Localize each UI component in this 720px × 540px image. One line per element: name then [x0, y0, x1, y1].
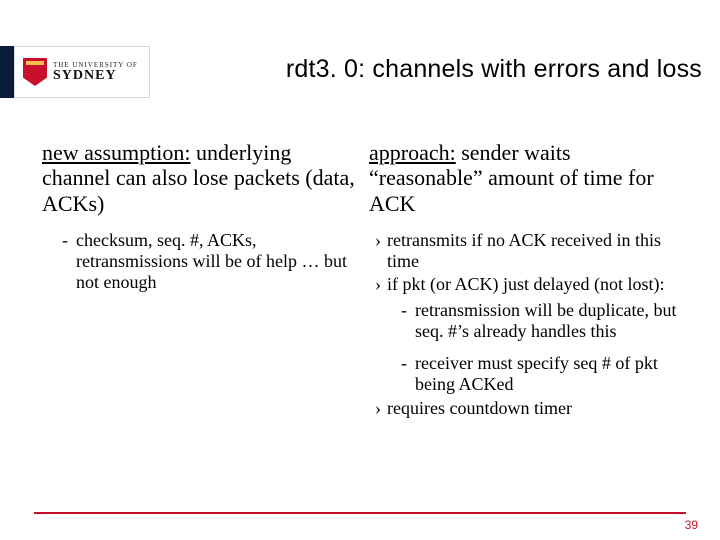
list-item: - retransmission will be duplicate, but …: [401, 300, 686, 343]
right-b2-s2: receiver must specify seq # of pkt being…: [415, 353, 686, 396]
list-item: › if pkt (or ACK) just delayed (not lost…: [375, 274, 686, 295]
footer-rule: [34, 512, 686, 514]
right-column: approach: sender waits “reasonable” amou…: [369, 140, 686, 500]
dash-bullet-icon: -: [401, 300, 407, 343]
left-column: new assumption: underlying channel can a…: [42, 140, 359, 500]
angle-bullet-icon: ›: [375, 398, 381, 419]
page-number: 39: [685, 518, 698, 532]
list-item: › requires countdown timer: [375, 398, 686, 419]
list-item: › retransmits if no ACK received in this…: [375, 230, 686, 272]
right-b2-s1: retransmission will be duplicate, but se…: [415, 300, 686, 343]
dash-bullet-icon: -: [401, 353, 407, 396]
left-lead-underlined: new assumption:: [42, 140, 191, 165]
header: THE UNIVERSITY OF SYDNEY rdt3. 0: channe…: [0, 0, 720, 100]
list-item: - checksum, seq. #, ACKs, retransmission…: [62, 230, 359, 294]
list-item: - receiver must specify seq # of pkt bei…: [401, 353, 686, 396]
right-b1: retransmits if no ACK received in this t…: [387, 230, 686, 272]
angle-bullet-icon: ›: [375, 274, 381, 295]
slide-body: new assumption: underlying channel can a…: [42, 140, 686, 500]
right-lead: approach: sender waits “reasonable” amou…: [369, 140, 686, 216]
left-lead: new assumption: underlying channel can a…: [42, 140, 359, 216]
left-sublist: - checksum, seq. #, ACKs, retransmission…: [42, 230, 359, 294]
angle-bullet-icon: ›: [375, 230, 381, 272]
dash-bullet-icon: -: [62, 230, 68, 294]
right-b2: if pkt (or ACK) just delayed (not lost):: [387, 274, 664, 295]
right-b3: requires countdown timer: [387, 398, 572, 419]
left-sub-text: checksum, seq. #, ACKs, retransmissions …: [76, 230, 359, 294]
slide: THE UNIVERSITY OF SYDNEY rdt3. 0: channe…: [0, 0, 720, 540]
right-b2-nested: - retransmission will be duplicate, but …: [375, 300, 686, 396]
right-bullets: › retransmits if no ACK received in this…: [369, 230, 686, 419]
right-lead-underlined: approach:: [369, 140, 456, 165]
slide-title: rdt3. 0: channels with errors and loss: [0, 55, 702, 84]
